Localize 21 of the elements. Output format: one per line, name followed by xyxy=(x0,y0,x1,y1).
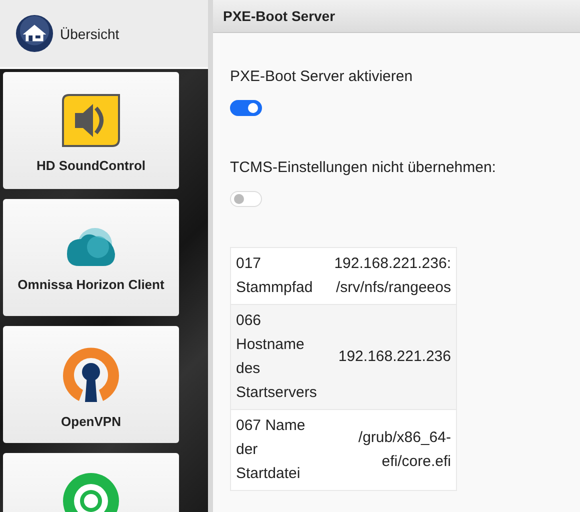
app-tile[interactable]: Omnissa Horizon Client xyxy=(3,199,179,316)
table-cell: 192.168.221.236:/srv/nfs/rangeeos xyxy=(329,248,456,304)
home-icon[interactable] xyxy=(15,14,54,53)
setting-label: TCMS-Einstellungen nicht übernehmen: xyxy=(230,159,497,176)
table-cell: 192.168.221.236 xyxy=(329,304,456,410)
tile-label: HD SoundControl xyxy=(36,158,146,172)
setting-label: PXE-Boot Server aktivieren xyxy=(230,68,414,85)
speaker-icon xyxy=(61,92,121,148)
tile-label: Omnissa Horizon Client xyxy=(18,277,164,292)
toggle-switch[interactable] xyxy=(230,100,262,116)
table-cell: /grub/x86_64-efi/core.efi xyxy=(329,410,456,490)
tile-label: OpenVPN xyxy=(61,414,121,429)
table-cell: 066 Hostname des Startservers xyxy=(230,304,329,410)
panel-title: PXE-Boot Server xyxy=(223,8,336,24)
table-cell: 067 Name der Startdatei xyxy=(230,410,329,490)
home-link[interactable]: Übersicht xyxy=(0,0,208,69)
table-cell: 017 Stammpfad xyxy=(230,248,329,304)
app-tile[interactable]: HD SoundControl xyxy=(3,72,179,189)
home-label[interactable]: Übersicht xyxy=(60,26,120,42)
cloud-icon xyxy=(65,227,117,267)
app-tile[interactable]: OpenVPN xyxy=(3,326,179,443)
